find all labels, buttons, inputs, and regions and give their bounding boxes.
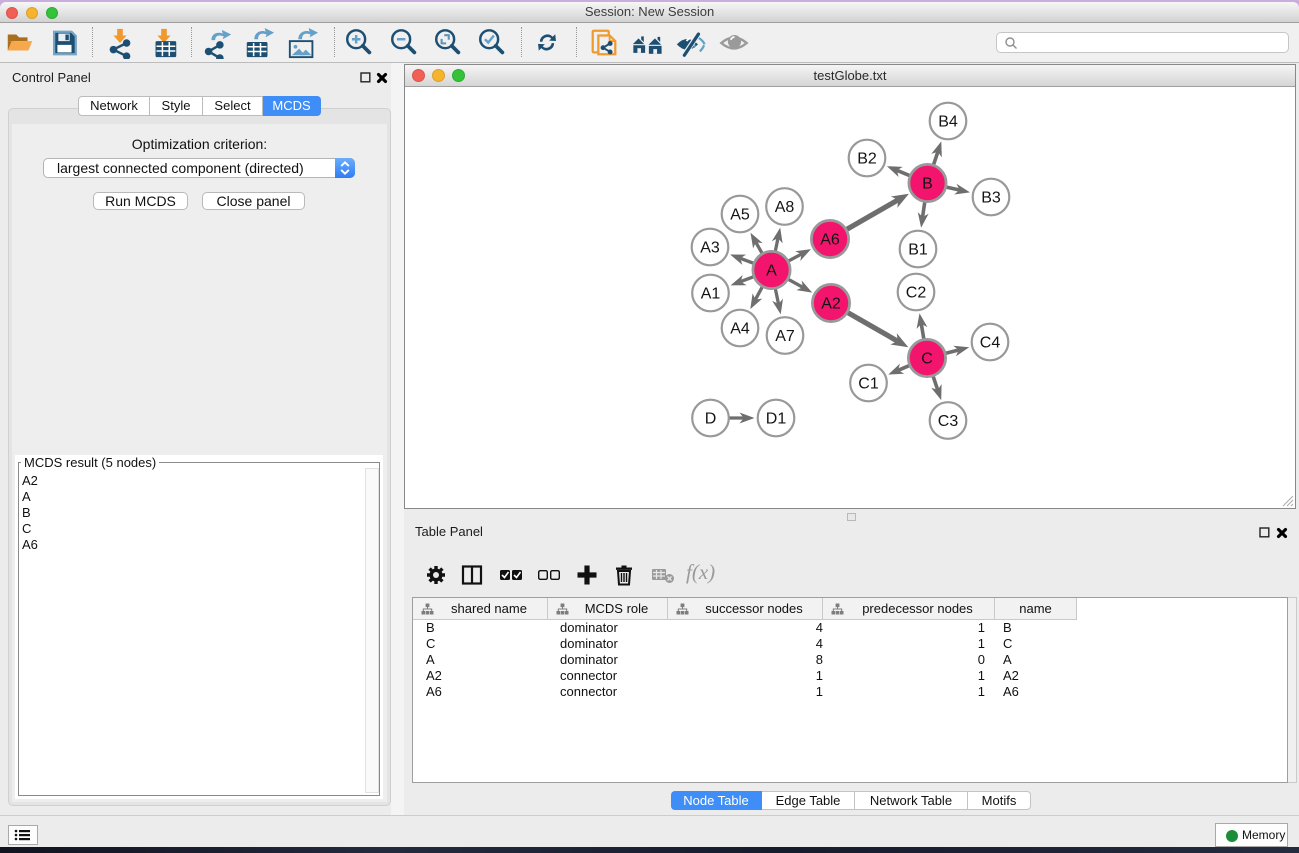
- svg-text:B2: B2: [857, 151, 877, 168]
- svg-text:A4: A4: [730, 321, 750, 338]
- svg-text:D1: D1: [766, 411, 787, 428]
- svg-text:D: D: [705, 411, 717, 428]
- svg-text:B1: B1: [908, 242, 928, 259]
- svg-text:A6: A6: [820, 232, 840, 249]
- svg-text:A5: A5: [730, 207, 750, 224]
- svg-text:B3: B3: [981, 190, 1001, 207]
- svg-text:B4: B4: [938, 114, 958, 131]
- svg-text:A: A: [766, 263, 777, 280]
- svg-text:B: B: [922, 176, 933, 193]
- svg-text:A2: A2: [821, 296, 841, 313]
- svg-text:C: C: [921, 351, 933, 368]
- svg-text:C3: C3: [938, 413, 959, 430]
- svg-text:C1: C1: [858, 376, 879, 393]
- svg-text:C4: C4: [980, 335, 1001, 352]
- svg-text:A7: A7: [775, 328, 795, 345]
- svg-text:A8: A8: [775, 199, 795, 216]
- svg-text:A1: A1: [701, 286, 721, 303]
- svg-text:A3: A3: [700, 240, 720, 257]
- svg-text:C2: C2: [906, 285, 927, 302]
